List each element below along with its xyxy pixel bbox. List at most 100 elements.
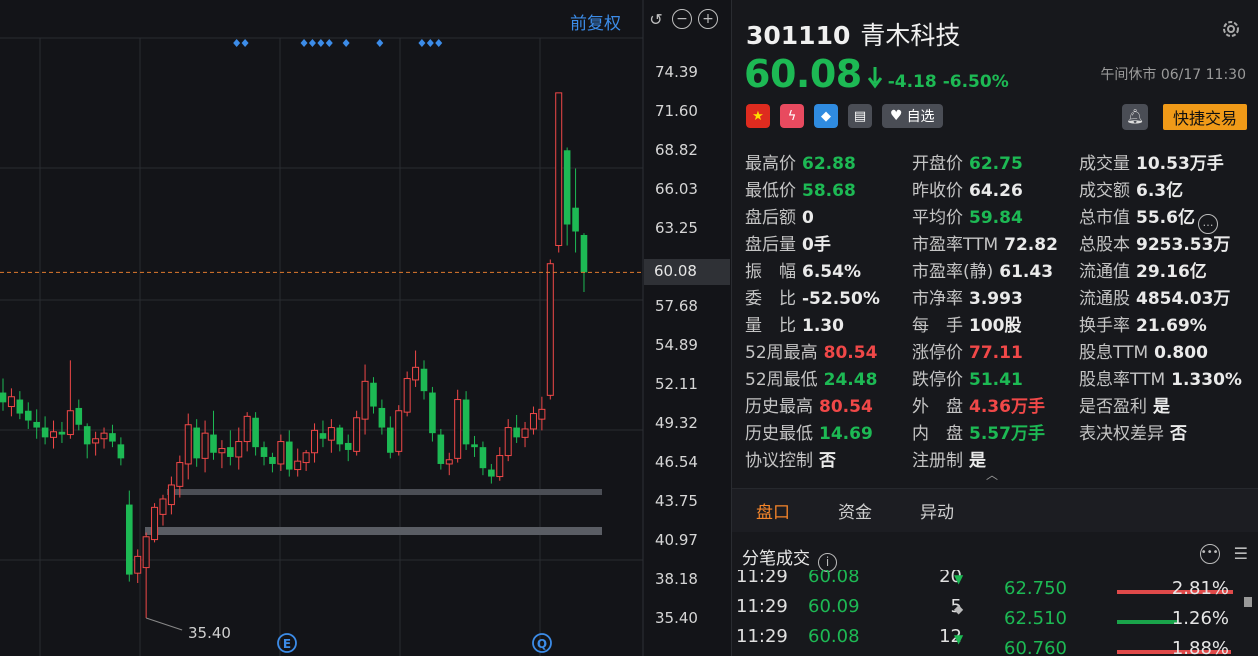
stat-item: 流通股 4854.03万 xyxy=(1079,284,1230,309)
stat-label: 总股本 xyxy=(1079,235,1130,255)
stat-label: 总市值 xyxy=(1079,208,1130,228)
y-tick-label: 68.82 xyxy=(655,141,698,159)
stat-value: 64.26 xyxy=(969,181,1023,201)
candle-body xyxy=(412,366,420,381)
undo-icon[interactable]: ↺ xyxy=(646,9,666,29)
candle-body xyxy=(227,447,234,457)
zoom-out-icon[interactable]: − xyxy=(672,9,692,29)
stat-label: 市盈率TTM xyxy=(912,235,999,255)
candle-body xyxy=(294,460,302,471)
stat-item: 振 幅 6.54% xyxy=(745,257,861,282)
candle-body xyxy=(58,431,66,435)
stat-value: 100股 xyxy=(969,316,1022,336)
stat-label: 52周最高 xyxy=(745,343,818,363)
stat-item: 表决权差异否 xyxy=(1079,419,1187,444)
stock-name: 青木科技 xyxy=(860,21,961,50)
trade-price: 60.08 xyxy=(808,570,860,587)
zoom-in-icon[interactable]: + xyxy=(698,9,718,29)
candle-body xyxy=(16,399,24,414)
document-icon[interactable]: ▤ xyxy=(848,104,872,128)
candle-body xyxy=(243,415,251,443)
candle-body xyxy=(176,462,184,487)
favorite-label: 自选 xyxy=(906,109,935,125)
stat-item: 跌停价 51.41 xyxy=(912,365,1023,390)
level-percent: 1.26% xyxy=(1171,608,1229,629)
candle-body xyxy=(454,399,462,459)
stat-value: 62.88 xyxy=(802,154,856,174)
stat-value: 72.82 xyxy=(1004,235,1058,255)
candle-body xyxy=(513,427,520,438)
candle-body xyxy=(387,427,394,453)
stat-item: 平均价 59.84 xyxy=(912,203,1023,228)
y-tick-label: 38.18 xyxy=(655,570,698,588)
stat-label: 历史最高 xyxy=(745,397,813,417)
adjust-mode-button[interactable]: 前复权 xyxy=(570,9,621,34)
quick-trade-button[interactable]: 快捷交易 xyxy=(1163,104,1247,130)
collapse-chevron-icon[interactable]: ︿ xyxy=(986,466,1002,482)
neutral-diamond-icon: ◆ xyxy=(954,602,964,616)
stat-value: 55.6亿 xyxy=(1136,208,1195,228)
stat-item: 涨停价 77.11 xyxy=(912,338,1023,363)
stat-value: 62.75 xyxy=(969,154,1023,174)
candle-body xyxy=(24,410,32,421)
stat-item: 市盈率TTM 72.82 xyxy=(912,230,1058,255)
candle-body xyxy=(159,498,167,515)
flash-icon[interactable]: ϟ xyxy=(780,104,804,128)
tab-0[interactable]: 盘口 xyxy=(756,498,790,523)
signal-marker xyxy=(308,39,316,47)
scrollbar-thumb[interactable] xyxy=(1244,597,1252,607)
stat-value: 0手 xyxy=(802,235,831,255)
low-leader-line xyxy=(145,617,183,631)
stat-label: 外 盘 xyxy=(912,397,963,417)
kline-chart[interactable]: 74.39 71.60 68.82 66.03 63.25 57.68 54.89 52.11… xyxy=(0,0,730,656)
stat-label: 成交量 xyxy=(1079,154,1130,174)
signal-marker xyxy=(376,39,384,47)
list-icon[interactable]: ☰ xyxy=(1234,544,1248,564)
market-status: 午间休市 06/17 11:30 xyxy=(1100,67,1246,83)
gear-icon[interactable] xyxy=(1220,18,1242,40)
candle-body xyxy=(142,536,150,569)
trade-volume: 20 xyxy=(939,570,962,587)
stat-item: 股息TTM 0.800 xyxy=(1079,338,1208,363)
tab-1[interactable]: 资金 xyxy=(838,498,872,523)
stat-value: 6.3亿 xyxy=(1136,181,1184,201)
candle-body xyxy=(580,235,588,273)
stat-item: 昨收价 64.26 xyxy=(912,176,1023,201)
y-tick-label: 43.75 xyxy=(655,492,698,510)
china-flag-icon[interactable]: ★ xyxy=(746,104,770,128)
tag-icon[interactable]: ◆ xyxy=(814,104,838,128)
candle-body xyxy=(201,432,209,459)
stat-item: 52周最高 80.54 xyxy=(745,338,877,363)
add-favorite-button[interactable]: ♥ 自选 xyxy=(882,104,943,128)
stat-value: 是 xyxy=(969,451,986,471)
stat-item: 是否盈利是 xyxy=(1079,392,1170,417)
stat-value: 6.54% xyxy=(802,262,861,282)
stat-item: 最低价 58.68 xyxy=(745,176,856,201)
stat-value: 59.84 xyxy=(969,208,1023,228)
signal-marker xyxy=(435,39,443,47)
stat-label: 振 幅 xyxy=(745,262,796,282)
section-tools: ••• ☰ xyxy=(1199,544,1248,564)
stat-label: 内 盘 xyxy=(912,424,963,444)
sell-triangle-icon: ▼ xyxy=(954,572,964,586)
stat-value: -52.50% xyxy=(802,289,880,309)
candle-body xyxy=(109,433,116,442)
bell-icon[interactable]: 🔔︎ xyxy=(1122,104,1148,130)
event-q-marker-label: Q xyxy=(537,637,547,651)
stat-label: 股息TTM xyxy=(1079,343,1149,363)
candle-body xyxy=(572,207,579,232)
stat-item: 协议控制否 xyxy=(745,446,836,471)
candle-body xyxy=(462,399,470,445)
candle-body xyxy=(437,434,445,464)
candle-body xyxy=(336,427,344,445)
stat-value: 51.41 xyxy=(969,370,1023,390)
tab-2[interactable]: 异动 xyxy=(920,498,954,523)
stat-label: 市盈率(静) xyxy=(912,262,994,282)
stat-value: 0 xyxy=(802,208,814,228)
price-level-list[interactable]: 62.750 2.81% 62.510 1.26% 60.760 1.88% xyxy=(1002,576,1258,656)
trade-list[interactable]: 11:29 60.08 20 ▼ 11:29 60.09 5 ◆ 11:29 60.08 12 ▼ xyxy=(732,570,982,656)
candlestick-svg[interactable]: 74.39 71.60 68.82 66.03 63.25 57.68 54.89 52.11… xyxy=(0,0,730,656)
stat-value: 80.54 xyxy=(819,397,873,417)
candle-body xyxy=(210,434,217,453)
more-icon[interactable]: ••• xyxy=(1199,544,1220,564)
